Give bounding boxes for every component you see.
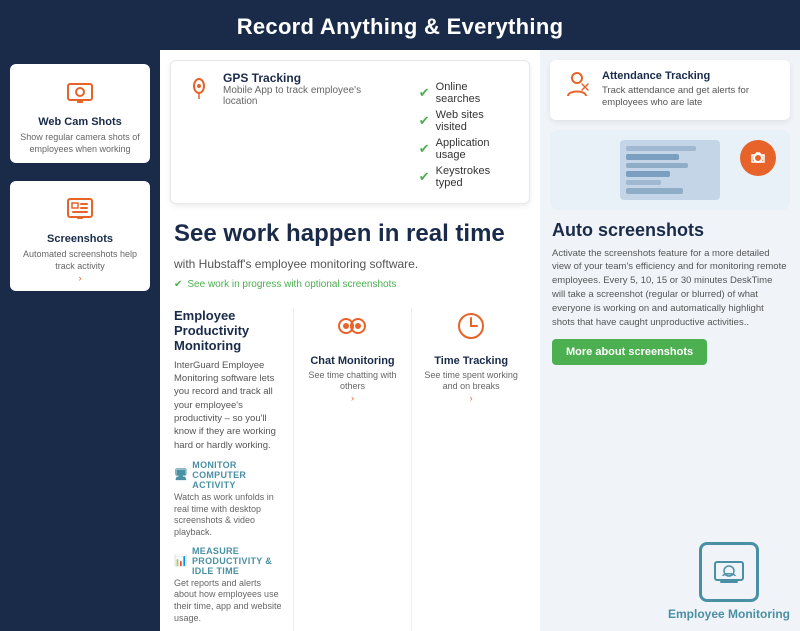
monitor-computer-title-row: 🖥 MONITOR COMPUTER ACTIVITY — [174, 460, 283, 490]
check-item-1: ✔ Online searches — [419, 81, 505, 105]
chat-monitoring-link[interactable]: › — [351, 393, 354, 403]
attendance-icon — [562, 70, 592, 106]
screen-bar-5 — [626, 180, 661, 186]
check-label-2: Web sites visited — [436, 109, 505, 133]
gps-banner: GPS Tracking Mobile App to track employe… — [170, 60, 530, 204]
chat-icon — [334, 308, 370, 351]
screenshots-title: Screenshots — [47, 233, 113, 245]
screenshots-link[interactable]: › — [79, 273, 82, 283]
hero-note-text: See work in progress with optional scree… — [187, 279, 396, 290]
monitor-computer-item: 🖥 MONITOR COMPUTER ACTIVITY Watch as wor… — [174, 460, 283, 539]
employee-productivity-section: Employee Productivity Monitoring InterGu… — [174, 308, 293, 631]
header-title: Record Anything & Everything — [237, 14, 564, 39]
attendance-description: Track attendance and get alerts for empl… — [602, 85, 778, 110]
employee-monitoring-box: Employee Monitoring — [668, 542, 790, 621]
screen-mockup — [620, 140, 720, 200]
hero-subtext: with Hubstaff's employee monitoring soft… — [174, 257, 526, 271]
time-tracking-title: Time Tracking — [434, 355, 508, 367]
screen-bar-2 — [626, 154, 679, 160]
webcam-icon — [62, 74, 98, 110]
screenshots-card: Screenshots Automated screenshots help t… — [10, 181, 150, 290]
time-tracking-icon — [453, 308, 489, 351]
time-tracking-link[interactable]: › — [470, 393, 473, 403]
monitor-computer-icon: 🖥 — [174, 468, 188, 481]
time-tracking-card: Time Tracking See time spent working and… — [411, 308, 530, 631]
auto-screenshots-description: Activate the screenshots feature for a m… — [552, 247, 788, 330]
check-icon-2: ✔ — [419, 113, 430, 129]
hero-note: ✔ See work in progress with optional scr… — [174, 279, 526, 290]
emp-prod-title: Employee Productivity Monitoring — [174, 308, 283, 353]
employee-monitoring-icon — [699, 542, 759, 602]
measure-productivity-title: MEASURE PRODUCTIVITY & IDLE TIME — [192, 546, 283, 576]
gps-description: Mobile App to track employee's location — [223, 85, 369, 107]
chat-monitoring-card: Chat Monitoring See time chatting with o… — [293, 308, 412, 631]
monitor-preview — [550, 130, 790, 210]
employee-monitoring-title: Employee Monitoring — [668, 607, 790, 621]
check-item-4: ✔ Keystrokes typed — [419, 165, 505, 189]
attendance-card: Attendance Tracking Track attendance and… — [550, 60, 790, 120]
left-column: Web Cam Shots Show regular camera shots … — [0, 50, 160, 631]
mid-column: GPS Tracking Mobile App to track employe… — [160, 50, 540, 631]
screen-bar-4 — [626, 171, 670, 177]
chat-monitoring-description: See time chatting with others — [302, 370, 404, 393]
screen-bar-3 — [626, 163, 688, 169]
check-label-1: Online searches — [436, 81, 505, 105]
screenshots-description: Automated screenshots help track activit… — [20, 249, 140, 272]
checklist-area: ✔ Online searches ✔ Web sites visited ✔ … — [399, 71, 515, 193]
gps-title: GPS Tracking — [223, 71, 369, 85]
main-content: Web Cam Shots Show regular camera shots … — [0, 50, 800, 535]
webcam-title: Web Cam Shots — [38, 116, 122, 128]
measure-productivity-desc: Get reports and alerts about how employe… — [174, 578, 283, 625]
camera-overlay-icon — [740, 140, 776, 176]
gps-icon — [185, 73, 213, 107]
webcam-card: Web Cam Shots Show regular camera shots … — [10, 64, 150, 163]
monitor-computer-title: MONITOR COMPUTER ACTIVITY — [192, 460, 282, 490]
webcam-description: Show regular camera shots of employees w… — [20, 132, 140, 155]
emp-prod-description: InterGuard Employee Monitoring software … — [174, 359, 283, 452]
measure-productivity-title-row: 📊 MEASURE PRODUCTIVITY & IDLE TIME — [174, 546, 283, 576]
check-label-3: Application usage — [436, 137, 505, 161]
attendance-title: Attendance Tracking — [602, 70, 778, 82]
see-work-check-icon: ✔ — [174, 279, 182, 290]
check-icon-1: ✔ — [419, 85, 430, 101]
right-column: Attendance Tracking Track attendance and… — [540, 50, 800, 631]
screen-bar-1 — [626, 146, 696, 152]
time-tracking-description: See time spent working and on breaks — [420, 370, 522, 393]
page-header: Record Anything & Everything — [0, 0, 800, 50]
monitor-computer-desc: Watch as work unfolds in real time with … — [174, 492, 283, 539]
mid-bottom-grid: Employee Productivity Monitoring InterGu… — [160, 298, 540, 631]
hero-section: See work happen in real time with Hubsta… — [160, 204, 540, 298]
more-screenshots-button[interactable]: More about screenshots — [552, 339, 707, 365]
check-item-2: ✔ Web sites visited — [419, 109, 505, 133]
check-icon-4: ✔ — [419, 169, 430, 185]
chat-monitoring-title: Chat Monitoring — [310, 355, 394, 367]
auto-screenshots-title: Auto screenshots — [552, 220, 788, 241]
check-item-3: ✔ Application usage — [419, 137, 505, 161]
auto-screenshots-section: Auto screenshots Activate the screenshot… — [540, 210, 800, 376]
check-icon-3: ✔ — [419, 141, 430, 157]
check-label-4: Keystrokes typed — [436, 165, 505, 189]
measure-productivity-item: 📊 MEASURE PRODUCTIVITY & IDLE TIME Get r… — [174, 546, 283, 625]
screen-bar-6 — [626, 188, 683, 194]
measure-productivity-icon: 📊 — [174, 554, 188, 567]
hero-heading: See work happen in real time — [174, 220, 526, 249]
screenshot-icon — [62, 191, 98, 227]
